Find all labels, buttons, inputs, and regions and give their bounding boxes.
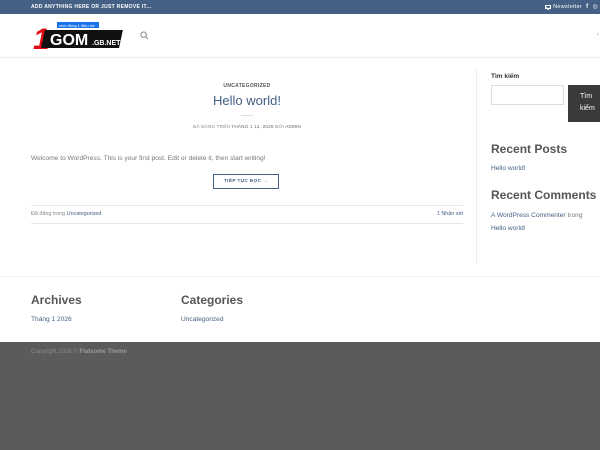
post-footer-category-link[interactable]: Uncategorized xyxy=(67,211,102,217)
mail-icon xyxy=(545,4,552,9)
header-edge-icon[interactable]: ‹ xyxy=(597,32,599,38)
post-footer: Đã đăng trong Uncategorized 1 Nhận xét xyxy=(31,205,463,224)
search-button-line1: Tìm xyxy=(580,93,593,100)
search-icon[interactable] xyxy=(140,31,149,40)
post-date[interactable]: THÁNG 1 14, 2026 xyxy=(231,124,273,129)
logo-wordmark: GOM xyxy=(50,32,88,49)
post-footer-category: Đã đăng trong Uncategorized xyxy=(31,211,101,217)
site-header: xem đồng 1 điều trờ 1 GOM .GB.NET ‹ xyxy=(0,14,600,58)
post-excerpt: Welcome to WordPress. This is your first… xyxy=(31,155,266,162)
logo-tagline: xem đồng 1 điều trờ xyxy=(59,23,95,28)
recent-comment-item: A WordPress Commenter trong xyxy=(491,212,583,219)
comment-post-link[interactable]: Hello world! xyxy=(491,225,525,232)
sidebar-search-button[interactable]: Tìm kiếm xyxy=(568,85,600,122)
sidebar-search-label: Tìm kiếm xyxy=(491,73,520,80)
archives-heading: Archives xyxy=(31,293,82,307)
archives-link[interactable]: Tháng 1 2026 xyxy=(31,316,82,323)
footer-widgets: Archives Tháng 1 2026 Categories Uncateg… xyxy=(0,276,600,342)
post-footer-prefix: Đã đăng trong xyxy=(31,211,67,217)
newsletter-label: Newsletter xyxy=(553,3,583,10)
instagram-icon[interactable]: ◎ xyxy=(592,3,598,10)
newsletter-link[interactable]: Newsletter xyxy=(545,4,582,10)
top-bar-right: Newsletter f ◎ xyxy=(545,3,598,10)
recent-comments-heading: Recent Comments xyxy=(491,188,597,202)
site-logo[interactable]: xem đồng 1 điều trờ 1 GOM .GB.NET xyxy=(33,20,125,52)
facebook-icon[interactable]: f xyxy=(586,4,588,10)
recent-posts-heading: Recent Posts xyxy=(491,142,568,156)
copyright-brand: Flatsome Theme xyxy=(79,349,127,355)
sidebar-divider xyxy=(476,70,477,264)
title-divider xyxy=(241,115,253,116)
categories-widget: Categories Uncategorized xyxy=(181,293,243,323)
categories-heading: Categories xyxy=(181,293,244,307)
search-button-line2: kiếm xyxy=(580,105,595,112)
absolute-footer: Copyright 2026 © Flatsome Theme xyxy=(0,342,600,450)
top-bar-text: ADD ANYTHING HERE OR JUST REMOVE IT... xyxy=(31,4,152,10)
post-author[interactable]: ADMIN xyxy=(285,124,301,129)
read-more-button[interactable]: TIẾP TỤC ĐỌC → xyxy=(213,174,279,189)
comments-link[interactable]: 1 Nhận xét xyxy=(437,211,463,217)
comment-on-text: trong xyxy=(565,212,583,219)
copyright-text: Copyright 2026 © Flatsome Theme xyxy=(31,349,127,355)
recent-post-link[interactable]: Hello world! xyxy=(491,165,525,172)
archives-widget: Archives Tháng 1 2026 xyxy=(31,293,82,323)
top-bar: ADD ANYTHING HERE OR JUST REMOVE IT... N… xyxy=(0,0,600,14)
main-content: UNCATEGORIZED Hello world! ĐÃ ĐĂNG TRÊN … xyxy=(0,58,600,276)
post-title[interactable]: Hello world! xyxy=(31,93,463,108)
logo-domain: .GB.NET xyxy=(92,40,121,47)
post-meta-by: BỞI xyxy=(273,124,286,129)
categories-link[interactable]: Uncategorized xyxy=(181,316,243,323)
post-category-label[interactable]: UNCATEGORIZED xyxy=(31,83,463,89)
copyright-prefix: Copyright 2026 © xyxy=(31,349,80,355)
post-meta-prefix: ĐÃ ĐĂNG TRÊN xyxy=(192,124,232,129)
sidebar-search-input[interactable] xyxy=(491,85,564,105)
post-meta: ĐÃ ĐĂNG TRÊN THÁNG 1 14, 2026 BỞI ADMIN xyxy=(31,124,463,129)
comment-author-link[interactable]: A WordPress Commenter xyxy=(491,212,566,219)
